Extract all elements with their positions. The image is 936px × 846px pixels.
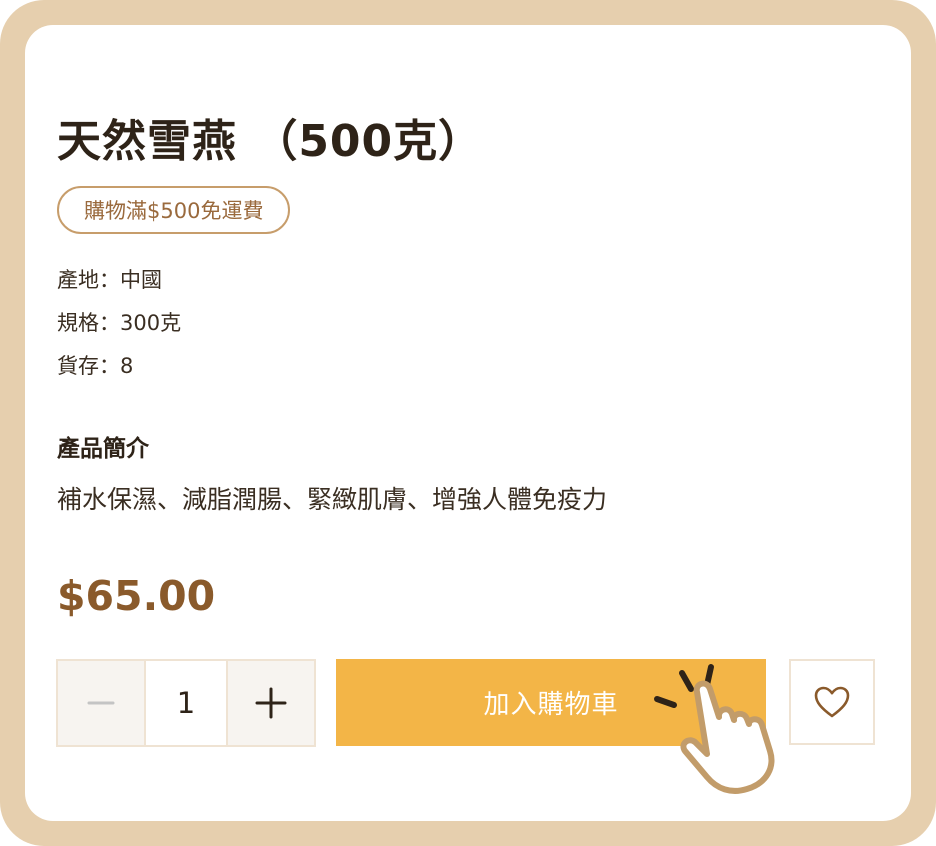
spec-stock: 貨存：8 — [57, 354, 134, 378]
product-card: 天然雪燕 （500克） 購物滿$500免運費 產地：中國 規格：300克 貨存：… — [25, 25, 911, 821]
decrease-button[interactable] — [58, 661, 144, 745]
minus-icon — [87, 701, 115, 705]
free-shipping-badge: 購物滿$500免運費 — [57, 186, 291, 234]
spec-size: 規格：300克 — [57, 311, 182, 335]
add-to-cart-label: 加入購物車 — [483, 690, 619, 720]
intro-heading: 產品簡介 — [57, 436, 149, 462]
heart-icon — [814, 686, 850, 718]
outer-frame: 天然雪燕 （500克） 購物滿$500免運費 產地：中國 規格：300克 貨存：… — [0, 0, 936, 846]
quantity-value[interactable]: 1 — [144, 661, 228, 745]
plus-icon — [255, 687, 287, 719]
quantity-stepper: 1 — [56, 659, 316, 747]
product-price: $65.00 — [57, 572, 216, 620]
wishlist-button[interactable] — [789, 659, 875, 745]
spec-origin: 產地：中國 — [57, 268, 162, 292]
intro-text: 補水保濕、減脂潤腸、緊緻肌膚、增強人體免疫力 — [57, 485, 608, 514]
increase-button[interactable] — [228, 661, 314, 745]
product-title: 天然雪燕 （500克） — [57, 116, 484, 167]
pointing-hand-icon — [654, 664, 775, 794]
